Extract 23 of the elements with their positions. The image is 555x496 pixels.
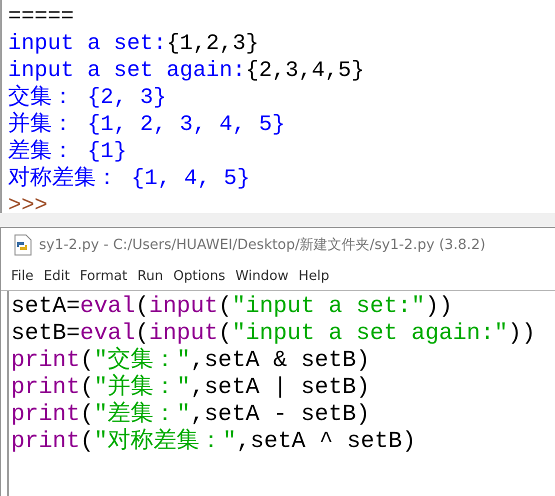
code-line: print("对称差集：",setA ^ setB): [11, 428, 417, 455]
shell-output-line: 交集： {2, 3}: [8, 84, 168, 111]
shell-output-line: =====: [8, 3, 76, 30]
menu-item[interactable]: Format: [80, 268, 128, 284]
menu-item[interactable]: Help: [298, 268, 330, 284]
python-file-icon: [13, 234, 33, 256]
menu-item[interactable]: Window: [235, 268, 289, 284]
code-line: print("并集：",setA | setB): [11, 374, 371, 401]
code-line: setA=eval(input("input a set:")): [11, 293, 454, 320]
code-line: print("差集：",setA - setB): [11, 401, 371, 428]
menu-item[interactable]: Options: [173, 268, 226, 284]
shell-output-line: 对称差集： {1, 4, 5}: [8, 165, 252, 192]
menu-item[interactable]: Edit: [44, 268, 70, 284]
window-title: sy1-2.py - C:/Users/HUAWEI/Desktop/新建文件夹/sy1-2.py (3.8.2): [39, 236, 486, 254]
shell-output-line: 并集： {1, 2, 3, 4, 5}: [8, 111, 286, 138]
menu-item[interactable]: Run: [137, 268, 164, 284]
shell-prompt: >>>: [8, 192, 49, 219]
shell-output-line: 差集： {1}: [8, 138, 128, 165]
code-line: setB=eval(input("input a set again:")): [11, 320, 537, 346]
code-line: print("交集：",setA & setB): [11, 347, 371, 374]
menu-item[interactable]: File: [11, 268, 34, 284]
shell-output-line: input a set:{1,2,3}: [8, 30, 260, 57]
shell-output-line: input a set again:{2,3,4,5}: [8, 57, 366, 84]
